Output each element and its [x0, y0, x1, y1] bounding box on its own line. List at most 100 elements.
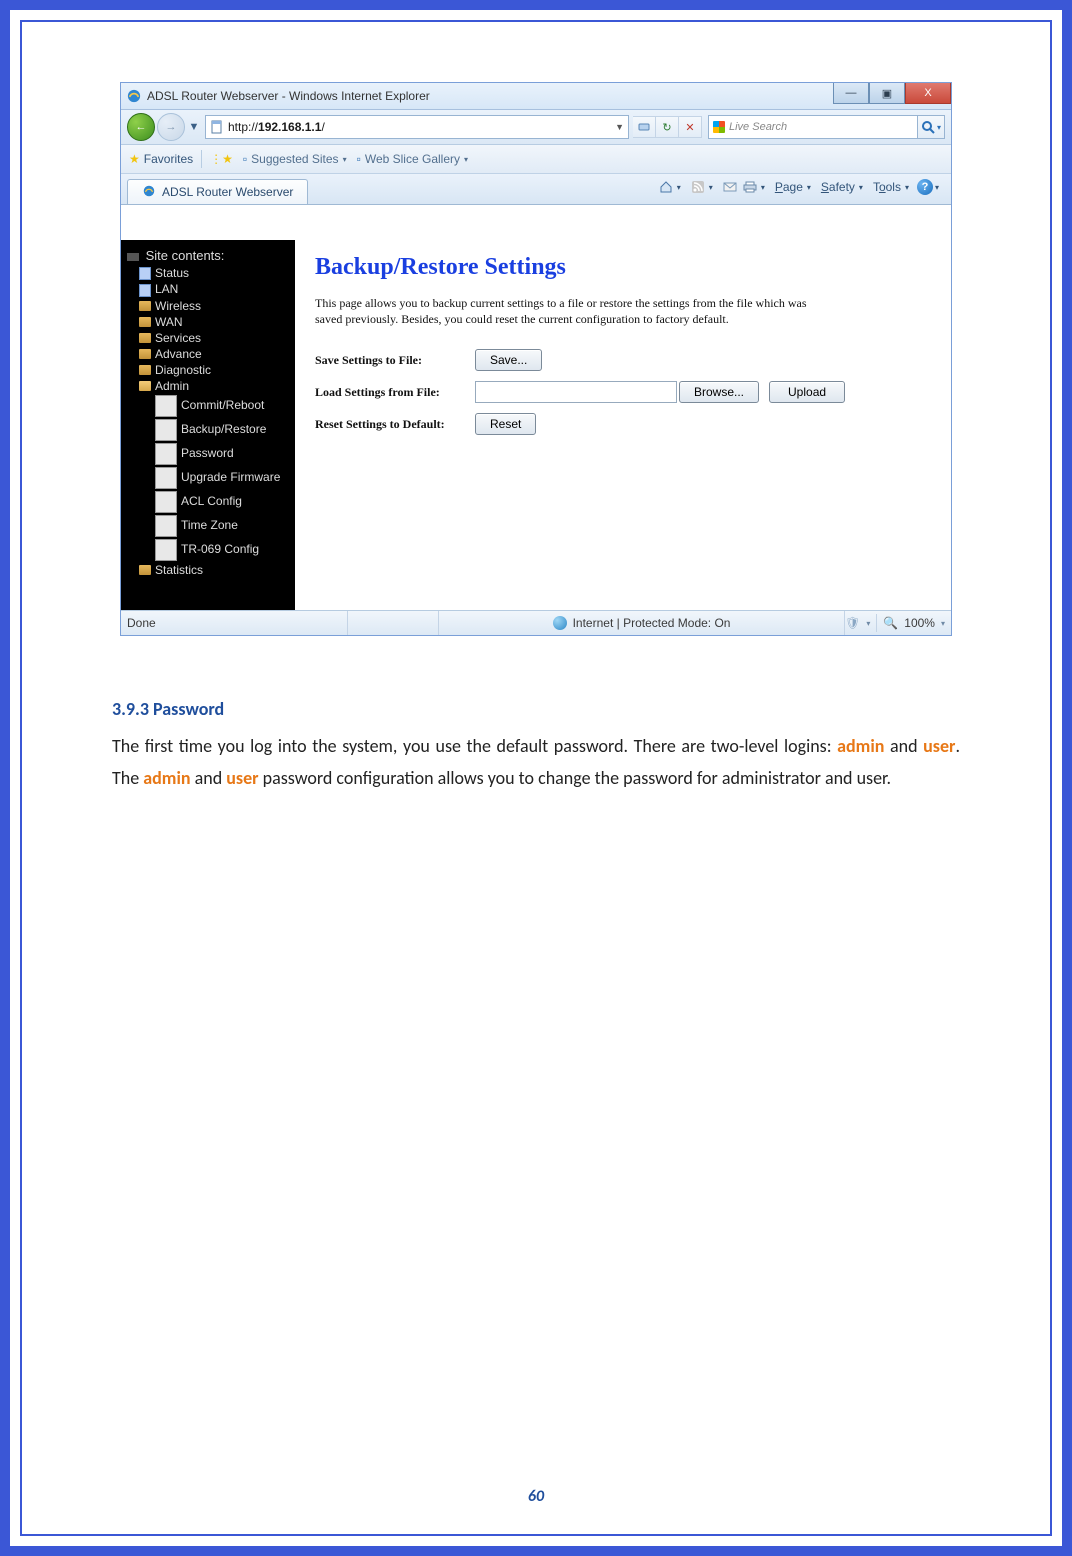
dropdown-icon[interactable]: ▾ [905, 183, 909, 192]
dropdown-icon[interactable]: ▾ [807, 183, 811, 192]
sidebar-item-backup-restore[interactable]: Backup/Restore [125, 418, 295, 442]
tools-menu[interactable]: Tools [871, 180, 903, 194]
zoom-level: 100% [904, 616, 935, 630]
minimize-button[interactable]: — [833, 83, 869, 104]
highlight-admin: admin [837, 735, 884, 757]
sidebar-item-services[interactable]: Services [125, 330, 295, 346]
search-dropdown-icon[interactable]: ▾ [937, 123, 941, 132]
sidebar-item-password[interactable]: Password [125, 442, 295, 466]
file-path-input[interactable] [475, 381, 677, 403]
tab-active[interactable]: ADSL Router Webserver [127, 179, 308, 204]
sidebar-item-admin[interactable]: Admin [125, 378, 295, 394]
protected-mode-icon[interactable]: 🛡 [845, 616, 860, 630]
highlight-user: user [226, 767, 258, 789]
highlight-admin: admin [143, 767, 190, 789]
paragraph: The first time you log into the system, … [112, 730, 960, 795]
ie-mini-icon [142, 184, 156, 201]
sidebar-item-time-zone[interactable]: Time Zone [125, 514, 295, 538]
web-slice-gallery-link[interactable]: ▫ Web Slice Gallery ▾ [357, 152, 468, 166]
safety-menu[interactable]: Safety [819, 180, 857, 194]
address-bar[interactable]: http://192.168.1.1/ ▼ [205, 115, 629, 139]
status-zone: Internet | Protected Mode: On [439, 616, 844, 630]
dropdown-icon[interactable]: ▾ [935, 183, 939, 192]
forward-button[interactable]: → [157, 113, 185, 141]
read-mail-icon[interactable] [721, 178, 739, 196]
tab-row: ADSL Router Webserver ▾ ▾ ▾ Page▾ Safety… [121, 174, 951, 205]
sidebar-item-label: Wireless [155, 299, 201, 313]
dropdown-icon[interactable]: ▾ [866, 619, 870, 628]
refresh-icon[interactable]: ↻ [656, 116, 679, 138]
sidebar: Site contents: StatusLANWirelessWANServi… [121, 240, 295, 610]
reset-row: Reset Settings to Default: Reset [315, 413, 931, 435]
search-placeholder: Live Search [729, 121, 787, 133]
sidebar-item-commit-reboot[interactable]: Commit/Reboot [125, 394, 295, 418]
favorites-label[interactable]: Favorites [144, 152, 193, 166]
address-tools: ↻ ✕ [633, 116, 702, 138]
sidebar-item-status[interactable]: Status [125, 265, 295, 281]
save-row: Save Settings to File: Save... [315, 349, 931, 371]
sidebar-item-label: Password [181, 446, 234, 460]
sidebar-item-acl-config[interactable]: ACL Config [125, 490, 295, 514]
sidebar-item-label: Time Zone [181, 518, 238, 532]
address-dropdown-icon[interactable]: ▼ [615, 122, 624, 132]
folder-icon [139, 333, 151, 343]
search-go-button[interactable]: ▾ [918, 115, 945, 139]
page-number: 60 [22, 1487, 1050, 1506]
page-icon [139, 284, 151, 297]
page-icon [155, 443, 177, 465]
sidebar-item-label: TR-069 Config [181, 542, 259, 556]
back-button[interactable]: ← [127, 113, 155, 141]
upload-button[interactable]: Upload [769, 381, 845, 403]
nav-row: ← → ▼ http://192.168.1.1/ ▼ ↻ ✕ [121, 110, 951, 145]
window-title: ADSL Router Webserver - Windows Internet… [147, 89, 833, 103]
page-menu[interactable]: Page [773, 180, 805, 194]
browse-button[interactable]: Browse... [679, 381, 759, 403]
page-icon [155, 539, 177, 561]
sidebar-item-upgrade-firmware[interactable]: Upgrade Firmware [125, 466, 295, 490]
sidebar-item-wan[interactable]: WAN [125, 314, 295, 330]
sidebar-item-statistics[interactable]: Statistics [125, 562, 295, 578]
sidebar-item-lan[interactable]: LAN [125, 281, 295, 297]
help-icon[interactable]: ? [917, 179, 933, 195]
status-zone-text: Internet | Protected Mode: On [573, 616, 731, 630]
folder-icon [139, 565, 151, 575]
sidebar-item-tr-069-config[interactable]: TR-069 Config [125, 538, 295, 562]
compat-view-icon[interactable] [633, 116, 656, 138]
document-body: 3.9.3 Password The first time you log in… [112, 698, 960, 795]
dropdown-icon[interactable]: ▾ [859, 183, 863, 192]
web-slice-label: Web Slice Gallery [365, 152, 460, 166]
home-icon[interactable] [657, 178, 675, 196]
dropdown-icon[interactable]: ▾ [677, 183, 681, 192]
sidebar-item-advance[interactable]: Advance [125, 346, 295, 362]
nav-history-dropdown[interactable]: ▼ [187, 121, 201, 133]
page-mini-icon: ▫ [357, 152, 361, 166]
sidebar-item-wireless[interactable]: Wireless [125, 298, 295, 314]
sidebar-item-label: LAN [155, 282, 178, 296]
status-bar: Done Internet | Protected Mode: On 🛡 ▾ 🔍… [121, 610, 951, 635]
close-button[interactable]: X [905, 83, 951, 104]
dropdown-icon[interactable]: ▾ [761, 183, 765, 192]
save-button[interactable]: Save... [475, 349, 542, 371]
folder-icon [139, 301, 151, 311]
zoom-icon[interactable]: 🔍 [883, 616, 898, 630]
print-icon[interactable] [741, 178, 759, 196]
reset-label: Reset Settings to Default: [315, 417, 475, 432]
ie-window: ADSL Router Webserver - Windows Internet… [120, 82, 952, 636]
reset-button[interactable]: Reset [475, 413, 536, 435]
add-to-favorites-icon[interactable]: ⋮★ [210, 152, 233, 166]
url-host: 192.168.1.1 [258, 120, 321, 134]
feeds-icon[interactable] [689, 178, 707, 196]
maximize-button[interactable]: ▣ [869, 83, 905, 104]
stop-icon[interactable]: ✕ [679, 116, 702, 138]
sidebar-item-diagnostic[interactable]: Diagnostic [125, 362, 295, 378]
page-icon [139, 267, 151, 280]
zoom-dropdown-icon[interactable]: ▾ [941, 619, 945, 628]
sidebar-item-label: Services [155, 331, 201, 345]
windows-flag-icon [713, 121, 725, 133]
favorites-star-icon: ★ [129, 152, 140, 166]
dropdown-icon[interactable]: ▾ [709, 183, 713, 192]
search-box[interactable]: Live Search [708, 115, 918, 139]
suggested-sites-link[interactable]: ▫ Suggested Sites ▾ [243, 152, 347, 166]
window-buttons: — ▣ X [833, 83, 951, 109]
page-icon [155, 515, 177, 537]
